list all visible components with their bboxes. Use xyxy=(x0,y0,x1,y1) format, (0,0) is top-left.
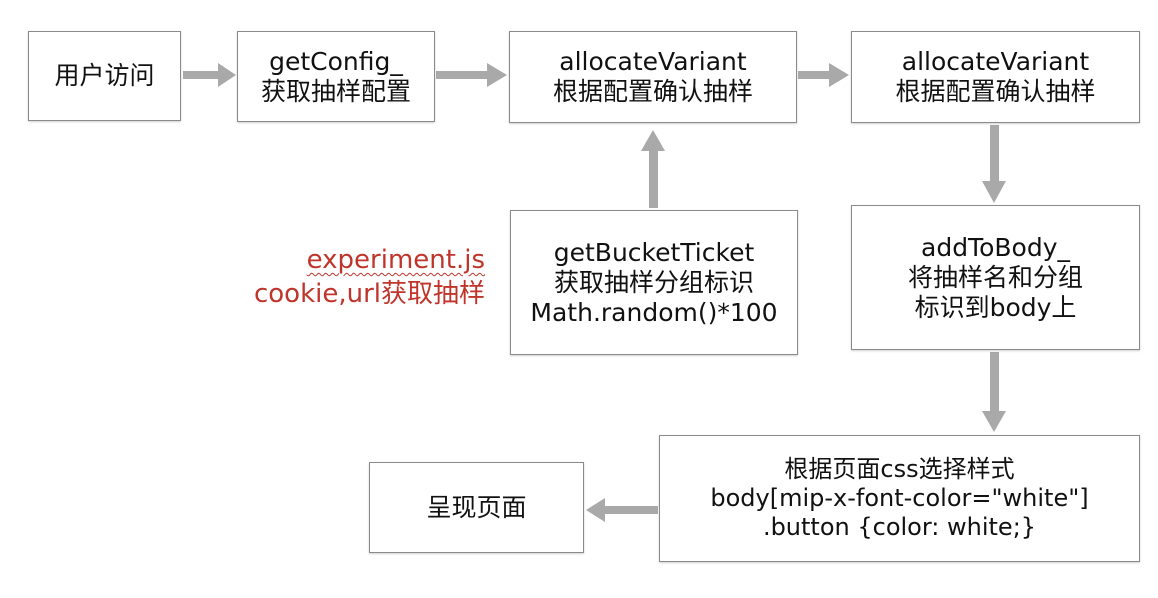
arrow-allocate-to-allocate xyxy=(798,71,830,79)
node-label: Math.random()*100 xyxy=(530,297,778,327)
node-render-page: 呈现页面 xyxy=(369,462,584,553)
arrowhead-bucket-to-allocate xyxy=(641,130,665,151)
node-label: getConfig_ xyxy=(269,46,403,76)
note-line-cookie-url: cookie,url获取抽样 xyxy=(253,278,485,309)
node-label: addToBody_ xyxy=(921,232,1070,262)
arrow-css-to-render xyxy=(604,506,658,514)
arrowhead-addtobody-to-css xyxy=(982,411,1006,432)
node-label: 标识到body上 xyxy=(914,292,1077,322)
node-get-bucket-ticket: getBucketTicket 获取抽样分组标识 Math.random()*1… xyxy=(510,210,798,355)
node-label: 获取抽样配置 xyxy=(260,76,411,106)
node-label: allocateVariant xyxy=(901,47,1090,76)
node-user-visit: 用户访问 xyxy=(28,31,181,121)
node-label: allocateVariant xyxy=(559,47,747,76)
arrow-allocate-to-addtobody xyxy=(990,125,999,182)
arrowhead-allocate-to-allocate xyxy=(829,63,849,87)
node-css-select: 根据页面css选择样式 body[mip-x-font-color="white… xyxy=(659,435,1140,562)
node-allocate-variant-2: allocateVariant 根据配置确认抽样 xyxy=(851,31,1140,123)
node-label: 根据页面css选择样式 xyxy=(784,455,1015,484)
arrowhead-allocate-to-addtobody xyxy=(982,181,1006,203)
node-allocate-variant-1: allocateVariant 根据配置确认抽样 xyxy=(509,31,797,123)
arrowhead-css-to-render xyxy=(586,498,605,522)
annotation-note: experiment.js cookie,url获取抽样 xyxy=(254,244,485,312)
node-label: body[mip-x-font-color="white"] xyxy=(710,484,1089,513)
node-label: 获取抽样分组标识 xyxy=(553,267,754,297)
node-add-to-body: addToBody_ 将抽样名和分组 标识到body上 xyxy=(851,205,1140,350)
node-label: 根据配置确认抽样 xyxy=(895,77,1096,106)
node-label: .button {color: white;} xyxy=(762,512,1037,541)
node-label: getBucketTicket xyxy=(553,237,755,267)
arrowhead-user-to-getconfig xyxy=(218,63,236,87)
arrow-getconfig-to-allocate xyxy=(436,71,488,79)
arrow-bucket-to-allocate xyxy=(649,150,658,208)
node-label: 将抽样名和分组 xyxy=(907,262,1083,292)
arrow-user-to-getconfig xyxy=(183,71,219,79)
node-label: 呈现页面 xyxy=(426,492,527,522)
node-label: 根据配置确认抽样 xyxy=(552,77,753,106)
node-get-config: getConfig_ 获取抽样配置 xyxy=(237,31,435,122)
note-line-experiment-js: experiment.js xyxy=(306,245,485,275)
arrowhead-getconfig-to-allocate xyxy=(487,63,507,87)
node-label: 用户访问 xyxy=(54,61,155,90)
arrow-addtobody-to-css xyxy=(990,352,999,412)
